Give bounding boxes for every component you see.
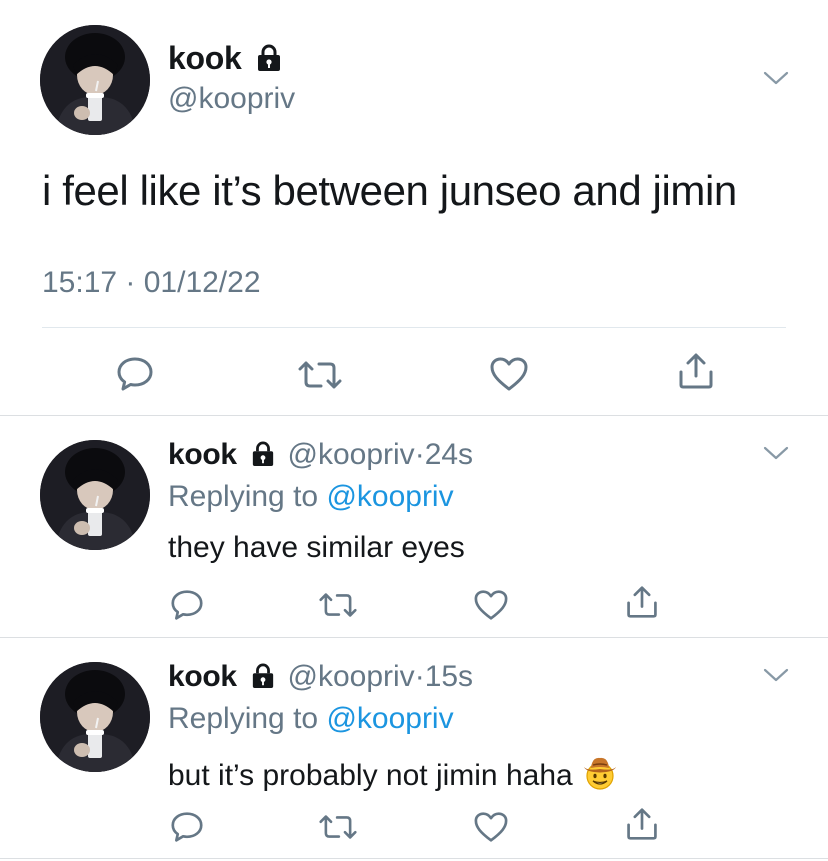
display-name[interactable]: kook <box>168 438 237 471</box>
replying-prefix: Replying to <box>168 702 319 735</box>
cowboy-emoji-icon <box>583 757 616 790</box>
mention-link[interactable]: @koopriv <box>326 702 453 735</box>
tweet-text: i feel like it’s between junseo and jimi… <box>42 167 737 214</box>
like-icon <box>474 590 508 620</box>
retweet-button[interactable] <box>318 592 358 618</box>
reply-icon <box>171 812 203 842</box>
replying-to: Replying to @koopriv <box>168 480 454 514</box>
relative-time[interactable]: 15s <box>425 660 473 693</box>
like-icon <box>474 812 508 842</box>
display-name-text[interactable]: kook <box>168 40 242 76</box>
tweet-thread: kook @koopriv i feel like it’s between j… <box>0 0 828 861</box>
chevron-down-icon[interactable] <box>763 70 789 86</box>
avatar[interactable] <box>40 662 150 772</box>
share-button[interactable] <box>677 352 715 390</box>
like-button[interactable] <box>489 356 529 392</box>
chevron-down-icon[interactable] <box>763 445 789 461</box>
lock-icon <box>253 441 274 466</box>
chevron-down-icon[interactable] <box>763 667 789 683</box>
divider <box>0 637 828 638</box>
user-handle[interactable]: @koopriv <box>288 438 415 471</box>
reply-header: kook @koopriv·15s <box>168 660 473 694</box>
reply-button[interactable] <box>170 589 204 621</box>
reply-header: kook @koopriv·24s <box>168 438 473 472</box>
like-button[interactable] <box>473 811 509 843</box>
reply-icon <box>171 590 203 620</box>
divider <box>0 415 828 416</box>
avatar[interactable] <box>40 25 150 135</box>
tweet-text-container: but it’s probably not jimin haha <box>168 753 619 793</box>
relative-time[interactable]: 24s <box>425 438 473 471</box>
reply-icon <box>117 357 153 391</box>
user-handle[interactable]: @koopriv <box>288 660 415 693</box>
divider <box>42 327 786 328</box>
reply-button[interactable] <box>116 356 154 392</box>
display-name[interactable]: kook <box>168 660 237 693</box>
replying-prefix: Replying to <box>168 480 319 513</box>
share-button[interactable] <box>625 585 659 619</box>
retweet-icon <box>298 361 342 389</box>
retweet-button[interactable] <box>297 360 343 390</box>
share-icon <box>627 586 657 618</box>
divider <box>0 858 828 859</box>
reply-button[interactable] <box>170 811 204 843</box>
like-icon <box>490 357 528 391</box>
share-button[interactable] <box>625 807 659 841</box>
retweet-button[interactable] <box>318 814 358 840</box>
tweet-text: they have similar eyes <box>168 531 465 564</box>
tweet-text: but it’s probably not jimin haha <box>168 759 573 792</box>
avatar[interactable] <box>40 440 150 550</box>
share-icon <box>679 353 713 389</box>
display-name[interactable]: kook <box>168 40 282 77</box>
meta-separator: · <box>414 660 425 693</box>
lock-icon <box>258 44 281 71</box>
user-handle[interactable]: @koopriv <box>168 82 295 116</box>
retweet-icon <box>319 593 357 617</box>
replying-to: Replying to @koopriv <box>168 702 454 736</box>
lock-icon <box>253 663 274 688</box>
mention-link[interactable]: @koopriv <box>326 480 453 513</box>
tweet-timestamp[interactable]: 15:17 · 01/12/22 <box>42 266 261 300</box>
share-icon <box>627 808 657 840</box>
meta-separator: · <box>414 438 425 471</box>
like-button[interactable] <box>473 589 509 621</box>
retweet-icon <box>319 815 357 839</box>
